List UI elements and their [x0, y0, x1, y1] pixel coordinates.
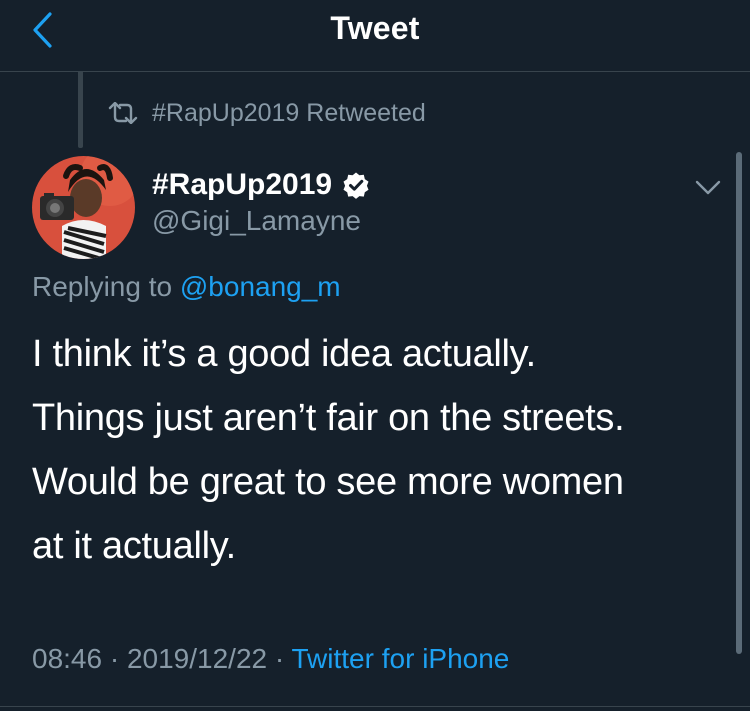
tweet-date: 2019/12/22	[126, 643, 268, 674]
tweet-line: at it actually.	[32, 525, 236, 567]
meta-separator: ·	[267, 643, 292, 674]
verified-icon	[342, 171, 370, 199]
replying-prefix: Replying to	[32, 271, 180, 302]
replying-to: Replying to @bonang_m	[32, 271, 341, 303]
author-name-row[interactable]: #RapUp2019	[152, 168, 370, 202]
author-handle[interactable]: @Gigi_Lamayne	[152, 205, 361, 237]
divider	[0, 706, 750, 707]
tweet-body: I think it’s a good idea actually. Thing…	[32, 322, 722, 578]
reply-mention-link[interactable]: @bonang_m	[180, 271, 341, 302]
tweet-source-link[interactable]: Twitter for iPhone	[292, 643, 510, 674]
meta-separator: ·	[102, 643, 127, 674]
more-options-button[interactable]	[692, 174, 724, 202]
avatar[interactable]	[32, 156, 135, 259]
retweet-icon	[108, 102, 138, 124]
page-title: Tweet	[330, 10, 420, 46]
tweet-line: Would be great to see more women	[32, 461, 624, 503]
navigation-header: Tweet	[0, 0, 750, 72]
retweet-text: #RapUp2019 Retweeted	[152, 98, 426, 127]
tweet-meta: 08:46 · 2019/12/22 · Twitter for iPhone	[32, 643, 509, 675]
tweet-line: Things just aren’t fair on the streets.	[32, 397, 625, 439]
retweet-context[interactable]: #RapUp2019 Retweeted	[106, 98, 426, 128]
thread-connector-line	[78, 72, 83, 148]
chevron-down-icon	[695, 180, 721, 195]
author-display-name: #RapUp2019	[152, 168, 333, 201]
scrollbar[interactable]	[736, 152, 742, 654]
avatar-image	[32, 156, 135, 259]
tweet-time: 08:46	[32, 643, 103, 674]
tweet-line: I think it’s a good idea actually.	[32, 333, 536, 375]
